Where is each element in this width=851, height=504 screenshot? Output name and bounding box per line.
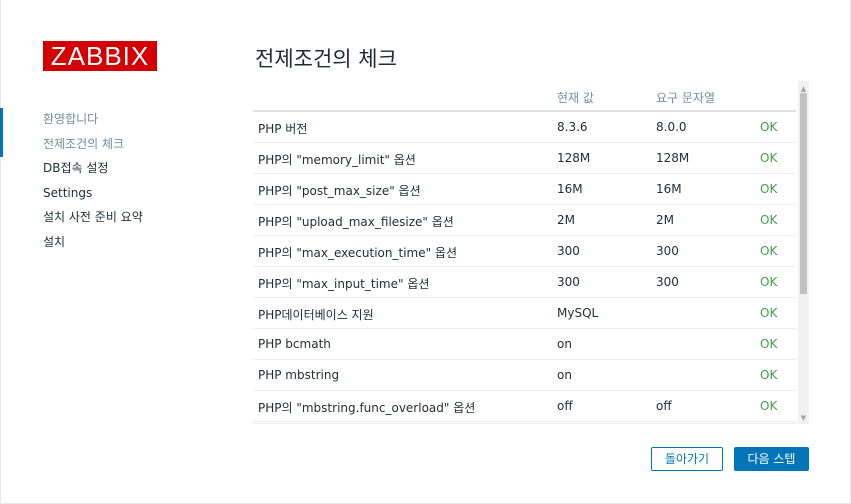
back-button[interactable]: 돌아가기 [651, 447, 723, 471]
page-title: 전제조건의 체크 [255, 47, 397, 71]
table-row: PHP 버전 8.3.6 8.0.0 OK [253, 112, 796, 143]
row-result: OK [760, 120, 778, 134]
row-result: OK [760, 213, 778, 227]
step-install: 설치 [43, 234, 66, 249]
row-name: PHP데이터베이스 지원 [258, 308, 374, 322]
row-result: OK [760, 151, 778, 165]
row-current: 2M [557, 213, 575, 227]
row-name: PHP mbstring [258, 368, 340, 382]
row-name: PHP 버전 [258, 122, 308, 136]
table-row: PHP의 "post_max_size" 옵션 16M 16M OK [253, 174, 796, 205]
table-body: PHP 버전 8.3.6 8.0.0 OK PHP의 "memory_limit… [253, 112, 796, 422]
next-step-button[interactable]: 다음 스텝 [734, 447, 809, 471]
row-current: off [557, 399, 573, 413]
table-row: PHP의 "memory_limit" 옵션 128M 128M OK [253, 143, 796, 174]
row-name: PHP의 "mbstring.func_overload" 옵션 [258, 401, 476, 415]
scrollbar-thumb[interactable] [800, 93, 807, 294]
row-required: 300 [656, 244, 679, 258]
row-current: MySQL [557, 306, 599, 320]
row-name: PHP bcmath [258, 337, 331, 351]
table-row: PHP의 "max_execution_time" 옵션 300 300 OK [253, 236, 796, 267]
table-row: PHP데이터베이스 지원 MySQL OK [253, 298, 796, 329]
table-row: PHP의 "upload_max_filesize" 옵션 2M 2M OK [253, 205, 796, 236]
row-current: on [557, 368, 572, 382]
row-name: PHP의 "max_execution_time" 옵션 [258, 246, 458, 260]
table-scrollbar[interactable]: ▲ ▼ [798, 81, 809, 424]
table-row: PHP의 "mbstring.func_overload" 옵션 off off… [253, 391, 796, 422]
row-required: 2M [656, 213, 674, 227]
row-current: 128M [557, 151, 591, 165]
row-current: 300 [557, 244, 580, 258]
row-current: on [557, 337, 572, 351]
row-required: 300 [656, 275, 679, 289]
row-name: PHP의 "upload_max_filesize" 옵션 [258, 215, 454, 229]
table-header: 현재 값 요구 문자열 [253, 81, 796, 112]
header-current-value: 현재 값 [557, 91, 594, 105]
row-current: 300 [557, 275, 580, 289]
table-row: PHP의 "max_input_time" 옵션 300 300 OK [253, 267, 796, 298]
scroll-down-arrow-icon[interactable]: ▼ [799, 413, 808, 423]
row-result: OK [760, 337, 778, 351]
row-result: OK [760, 306, 778, 320]
step-pre-install-summary: 설치 사전 준비 요약 [43, 210, 143, 225]
row-result: OK [760, 399, 778, 413]
row-required: 128M [656, 151, 690, 165]
step-settings: Settings [43, 185, 93, 200]
row-result: OK [760, 244, 778, 258]
row-result: OK [760, 368, 778, 382]
setup-steps-nav: 환영합니다 전제조건의 체크 DB접속 설정 Settings 설치 사전 준비… [0, 108, 220, 256]
header-required-value: 요구 문자열 [656, 91, 716, 105]
zabbix-logo: ZABBIX [43, 41, 157, 71]
row-required: 8.0.0 [656, 120, 687, 134]
row-result: OK [760, 275, 778, 289]
step-db-connection: DB접속 설정 [43, 161, 109, 176]
table-row: PHP bcmath on OK [253, 329, 796, 360]
row-name: PHP의 "memory_limit" 옵션 [258, 153, 416, 167]
row-result: OK [760, 182, 778, 196]
step-check-prerequisites: 전제조건의 체크 [0, 108, 220, 158]
row-required: 16M [656, 182, 682, 196]
row-required: off [656, 399, 672, 413]
row-current: 8.3.6 [557, 120, 588, 134]
table-row: PHP mbstring on OK [253, 360, 796, 391]
row-current: 16M [557, 182, 583, 196]
row-name: PHP의 "post_max_size" 옵션 [258, 184, 421, 198]
row-name: PHP의 "max_input_time" 옵션 [258, 277, 430, 291]
prerequisites-table: 현재 값 요구 문자열 PHP 버전 8.3.6 8.0.0 OK PHP의 "… [253, 81, 809, 424]
step-welcome: 환영합니다 [43, 112, 99, 126]
